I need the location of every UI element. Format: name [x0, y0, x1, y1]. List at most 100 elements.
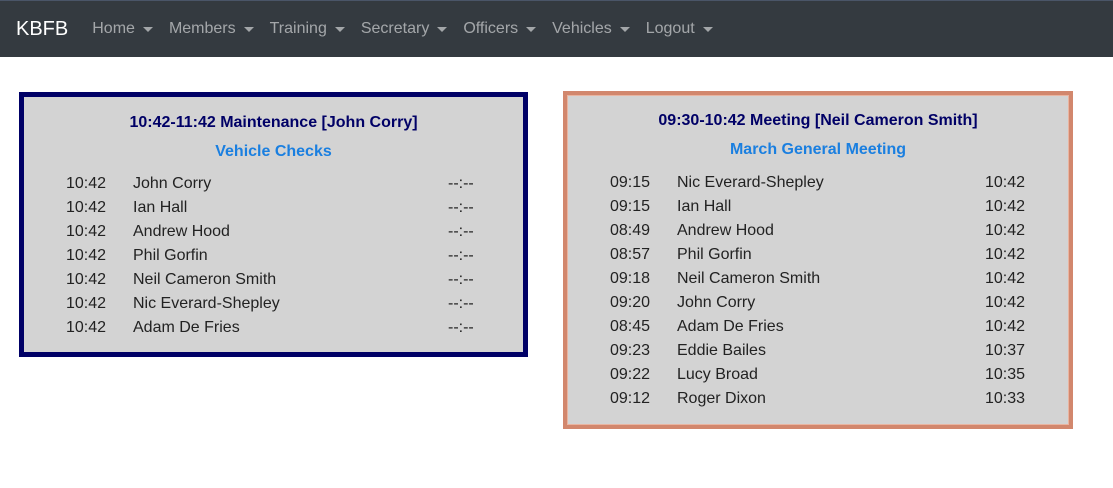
time-in: 09:12: [610, 390, 651, 407]
time-out: 10:42: [985, 270, 1026, 287]
nav-item-logout[interactable]: Logout: [638, 20, 721, 38]
nav-item-label: Vehicles: [552, 20, 612, 37]
chevron-down-icon: [619, 27, 630, 32]
time-in: 08:57: [610, 246, 651, 263]
brand-logo[interactable]: KBFB: [16, 18, 68, 41]
time-in: 09:20: [610, 294, 651, 311]
chevron-down-icon: [142, 27, 153, 32]
nav-item-label: Officers: [463, 20, 519, 37]
member-name: John Corry: [677, 294, 756, 311]
time-out: --:--: [448, 271, 474, 288]
time-in: 10:42: [66, 271, 107, 288]
time-in: 09:23: [610, 342, 651, 359]
attendance-row: 08:49 Andrew Hood 10:42: [567, 219, 1069, 243]
time-out: --:--: [448, 247, 474, 264]
nav-item-label: Logout: [645, 20, 695, 37]
event-subtitle: Vehicle Checks: [215, 143, 332, 160]
attendance-list: 09:15 Nic Everard-Shepley 10:42 09:15 Ia…: [567, 171, 1069, 411]
time-out: --:--: [448, 295, 474, 312]
time-in: 09:22: [610, 366, 651, 383]
meeting-event-card: 09:30-10:42 Meeting [Neil Cameron Smith]…: [563, 91, 1073, 429]
nav-item-label: Home: [92, 20, 135, 37]
top-navbar: KBFB Home Members Training Secretary Off…: [0, 0, 1113, 57]
attendance-row: 09:12 Roger Dixon 10:33: [567, 387, 1069, 411]
time-out: 10:42: [985, 222, 1026, 239]
member-name: Roger Dixon: [677, 390, 766, 407]
time-in: 09:15: [610, 174, 651, 191]
time-in: 10:42: [66, 247, 107, 264]
time-out: 10:33: [985, 390, 1026, 407]
time-out: --:--: [448, 319, 474, 336]
time-in: 08:49: [610, 222, 651, 239]
nav-item-training[interactable]: Training: [262, 20, 353, 38]
nav-item-secretary[interactable]: Secretary: [353, 20, 455, 38]
attendance-row: 10:42 Neil Cameron Smith --:--: [24, 268, 523, 292]
member-name: Eddie Bailes: [677, 342, 766, 359]
nav-item-vehicles[interactable]: Vehicles: [544, 20, 638, 38]
time-out: 10:42: [985, 198, 1026, 215]
attendance-row: 09:15 Nic Everard-Shepley 10:42: [567, 171, 1069, 195]
member-name: Lucy Broad: [677, 366, 758, 383]
nav-item-members[interactable]: Members: [161, 20, 262, 38]
chevron-down-icon: [243, 27, 254, 32]
time-out: 10:42: [985, 174, 1026, 191]
time-out: 10:35: [985, 366, 1026, 383]
time-in: 09:18: [610, 270, 651, 287]
member-name: John Corry: [133, 175, 212, 192]
time-in: 10:42: [66, 223, 107, 240]
attendance-row: 10:42 Nic Everard-Shepley --:--: [24, 292, 523, 316]
nav-menu: Home Members Training Secretary Officers…: [84, 20, 720, 38]
attendance-row: 09:22 Lucy Broad 10:35: [567, 363, 1069, 387]
time-in: 08:45: [610, 318, 651, 335]
attendance-row: 09:23 Eddie Bailes 10:37: [567, 339, 1069, 363]
time-out: --:--: [448, 199, 474, 216]
nav-item-officers[interactable]: Officers: [455, 20, 544, 38]
maintenance-event-card: 10:42-11:42 Maintenance [John Corry] Veh…: [19, 92, 528, 357]
time-out: --:--: [448, 175, 474, 192]
member-name: Phil Gorfin: [133, 247, 208, 264]
nav-item-home[interactable]: Home: [84, 20, 161, 38]
attendance-row: 10:42 Adam De Fries --:--: [24, 316, 523, 340]
time-out: --:--: [448, 223, 474, 240]
chevron-down-icon: [334, 27, 345, 32]
attendance-row: 08:57 Phil Gorfin 10:42: [567, 243, 1069, 267]
member-name: Adam De Fries: [677, 318, 784, 335]
time-out: 10:42: [985, 246, 1026, 263]
time-in: 10:42: [66, 295, 107, 312]
chevron-down-icon: [526, 27, 537, 32]
time-out: 10:42: [985, 294, 1026, 311]
event-subtitle: March General Meeting: [729, 141, 907, 158]
event-title: 09:30-10:42 Meeting [Neil Cameron Smith]: [658, 112, 978, 129]
time-in: 10:42: [66, 319, 107, 336]
member-name: Nic Everard-Shepley: [133, 295, 280, 312]
member-name: Ian Hall: [677, 198, 732, 215]
nav-item-label: Members: [168, 20, 236, 37]
event-title: 10:42-11:42 Maintenance [John Corry]: [129, 114, 418, 131]
attendance-row: 10:42 John Corry --:--: [24, 172, 523, 196]
member-name: Andrew Hood: [677, 222, 774, 239]
time-out: 10:37: [985, 342, 1026, 359]
time-in: 09:15: [610, 198, 651, 215]
member-name: Neil Cameron Smith: [133, 271, 277, 288]
member-name: Adam De Fries: [133, 319, 240, 336]
attendance-row: 10:42 Andrew Hood --:--: [24, 220, 523, 244]
nav-item-label: Secretary: [360, 20, 430, 37]
time-out: 10:42: [985, 318, 1026, 335]
chevron-down-icon: [702, 27, 713, 32]
attendance-row: 09:18 Neil Cameron Smith 10:42: [567, 267, 1069, 291]
time-in: 10:42: [66, 175, 107, 192]
member-name: Nic Everard-Shepley: [677, 174, 824, 191]
member-name: Neil Cameron Smith: [677, 270, 821, 287]
time-in: 10:42: [66, 199, 107, 216]
member-name: Ian Hall: [133, 199, 188, 216]
member-name: Andrew Hood: [133, 223, 230, 240]
attendance-row: 10:42 Ian Hall --:--: [24, 196, 523, 220]
chevron-down-icon: [437, 27, 448, 32]
attendance-row: 10:42 Phil Gorfin --:--: [24, 244, 523, 268]
member-name: Phil Gorfin: [677, 246, 752, 263]
attendance-list: 10:42 John Corry --:-- 10:42 Ian Hall --…: [24, 172, 523, 340]
nav-item-label: Training: [269, 20, 327, 37]
attendance-row: 09:15 Ian Hall 10:42: [567, 195, 1069, 219]
attendance-row: 08:45 Adam De Fries 10:42: [567, 315, 1069, 339]
attendance-row: 09:20 John Corry 10:42: [567, 291, 1069, 315]
